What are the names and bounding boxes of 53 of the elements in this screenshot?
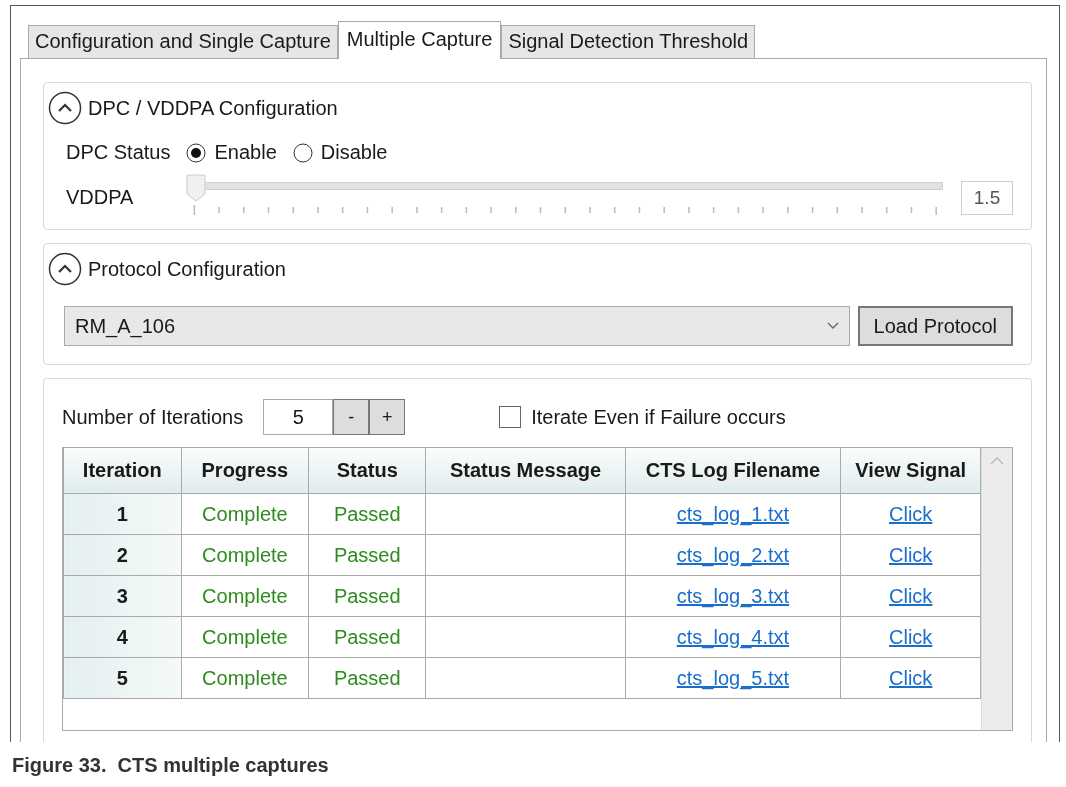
column-header: CTS Log Filename bbox=[625, 448, 841, 494]
iterations-field[interactable]: 5 bbox=[263, 399, 334, 435]
radio-button[interactable] bbox=[186, 142, 207, 163]
figure-caption: Figure 33. CTS multiple captures bbox=[12, 754, 330, 777]
collapse-icon[interactable] bbox=[48, 252, 82, 286]
slider[interactable] bbox=[186, 174, 943, 202]
tab[interactable]: Multiple Capture bbox=[337, 21, 502, 59]
column-header: Status Message bbox=[425, 448, 626, 494]
caret-icon bbox=[826, 322, 839, 330]
radio-label: Disable bbox=[320, 141, 388, 164]
checkbox[interactable] bbox=[499, 406, 522, 428]
value-field[interactable]: 1.5 bbox=[961, 180, 1013, 215]
slider-thumb[interactable] bbox=[186, 174, 206, 202]
group-title: DPC / VDDPA Configuration bbox=[88, 96, 338, 120]
tab[interactable]: Configuration and Single Capture bbox=[28, 25, 338, 58]
view-signal-link[interactable]: Click bbox=[889, 502, 933, 525]
table-cell: Complete bbox=[181, 575, 309, 617]
increment-button[interactable]: + bbox=[369, 399, 406, 435]
table-cell: Complete bbox=[181, 493, 309, 535]
field-label: DPC Status bbox=[66, 141, 171, 164]
table-cell: Complete bbox=[181, 657, 309, 699]
group-title: Protocol Configuration bbox=[88, 257, 286, 281]
radio-label: Enable bbox=[214, 141, 277, 164]
view-signal-link[interactable]: Click bbox=[889, 584, 933, 607]
row-header: 5 bbox=[63, 657, 182, 699]
view-signal-link[interactable]: Click bbox=[889, 666, 933, 689]
view-signal-link[interactable]: Click bbox=[889, 543, 933, 566]
tab[interactable]: Signal Detection Threshold bbox=[501, 25, 756, 58]
table-cell: Passed bbox=[308, 616, 426, 658]
scrollbar[interactable] bbox=[981, 448, 1012, 730]
row-header: 3 bbox=[63, 575, 182, 617]
radio-button[interactable] bbox=[292, 142, 313, 163]
protocol-dropdown[interactable]: RM_A_106 bbox=[64, 306, 850, 346]
column-header: Iteration bbox=[63, 448, 182, 494]
checkbox-label: Iterate Even if Failure occurs bbox=[531, 405, 786, 429]
field-label: VDDPA bbox=[66, 186, 135, 209]
collapse-icon[interactable] bbox=[48, 91, 82, 125]
decrement-button[interactable]: - bbox=[333, 399, 370, 435]
column-header: View Signal bbox=[840, 448, 981, 494]
table-cell: Complete bbox=[181, 616, 309, 658]
row-header: 4 bbox=[63, 616, 182, 658]
load-protocol-button[interactable]: Load Protocol bbox=[857, 306, 1013, 346]
table-cell: Complete bbox=[181, 534, 309, 576]
field-label: Number of Iterations bbox=[62, 405, 244, 429]
column-header: Progress bbox=[181, 448, 309, 494]
table-cell: Passed bbox=[308, 575, 426, 617]
table-cell: Passed bbox=[308, 657, 426, 699]
row-header: 1 bbox=[63, 493, 182, 535]
view-signal-link[interactable]: Click bbox=[889, 625, 933, 648]
table-cell: Passed bbox=[308, 534, 426, 576]
row-header: 2 bbox=[63, 534, 182, 576]
table-cell: Passed bbox=[308, 493, 426, 535]
column-header: Status bbox=[308, 448, 426, 494]
